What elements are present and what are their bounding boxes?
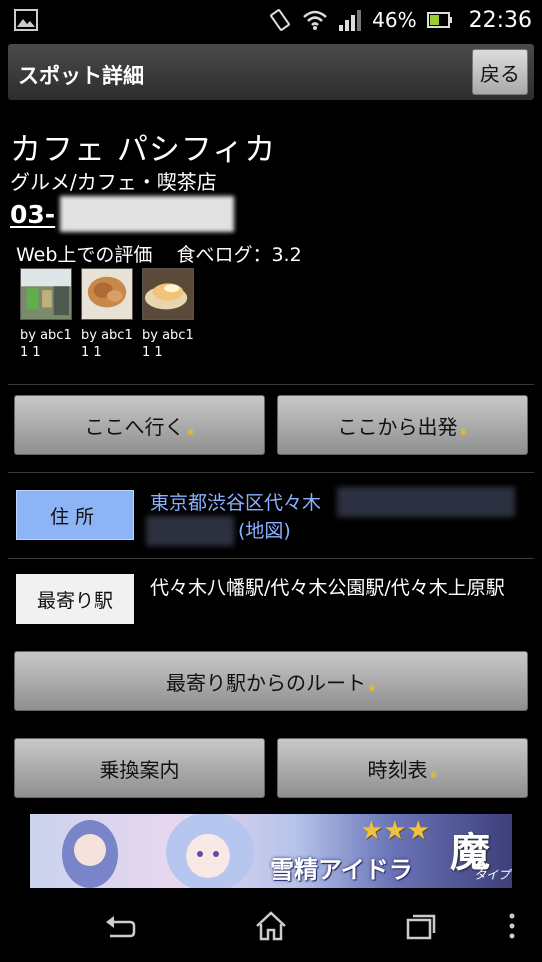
address-redacted	[337, 487, 515, 517]
crown-icon: ♛	[429, 771, 438, 781]
timetable-button[interactable]: 時刻表 ♛	[277, 738, 528, 798]
banner-type: タイプ	[474, 868, 511, 882]
nearest-station-text: 代々木八幡駅/代々木公園駅/代々木上原駅	[150, 577, 505, 599]
depart-here-label: ここから出発	[337, 414, 458, 439]
divider	[8, 384, 534, 385]
route-label: 最寄り駅からのルート	[165, 670, 366, 695]
navigation-bar	[0, 890, 542, 962]
banner-title: 雪精アイドラ	[270, 856, 413, 884]
nearest-station-label: 最寄り駅	[16, 574, 134, 624]
photo-item[interactable]: by abc11 1	[81, 268, 133, 361]
clock: 22:36	[468, 7, 532, 33]
home-nav-icon[interactable]	[253, 908, 289, 944]
signal-icon	[339, 10, 362, 31]
go-here-label: ここへ行く	[84, 414, 185, 439]
timetable-label: 時刻表	[367, 757, 428, 782]
transit-button[interactable]: 乗換案内	[14, 738, 265, 798]
spot-name: カフェ パシフィカ	[10, 132, 277, 168]
status-bar: 46% 22:36	[0, 0, 542, 40]
divider	[8, 558, 534, 559]
map-link[interactable]: (地図)	[238, 516, 291, 543]
crown-icon: ♛	[367, 684, 377, 694]
photo-thumbnail[interactable]	[142, 268, 194, 320]
rating-row: Web上での評価 食べログ：3.2	[16, 240, 326, 267]
depart-here-button[interactable]: ここから出発 ♛	[277, 395, 528, 455]
title-bar-panel: スポット詳細 戻る	[8, 44, 534, 100]
crown-icon: ♛	[459, 428, 468, 438]
photo-credit: by abc11 1	[81, 328, 133, 360]
title-bar: スポット詳細 戻る	[0, 40, 542, 106]
battery-icon	[426, 12, 452, 28]
banner-stars: ★★★	[360, 816, 430, 846]
recent-apps-icon[interactable]	[403, 908, 439, 944]
divider	[8, 472, 534, 473]
ad-banner[interactable]: ★★★ 魔 タイプ 雪精アイドラ	[30, 814, 512, 888]
route-from-station-button[interactable]: 最寄り駅からのルート ♛	[14, 651, 528, 711]
phone-number-link[interactable]: 03-	[10, 200, 55, 229]
transit-label: 乗換案内	[99, 757, 180, 782]
photo-item[interactable]: by abc11 1	[20, 268, 72, 361]
back-button[interactable]: 戻る	[472, 49, 528, 95]
banner-character-art	[62, 814, 254, 888]
phone-number-redacted	[60, 196, 234, 232]
wifi-icon	[303, 10, 327, 30]
address-label: 住所	[16, 490, 134, 540]
photo-thumbnail[interactable]	[20, 268, 72, 320]
photo-credit: by abc11 1	[20, 328, 72, 360]
rotation-icon	[270, 9, 291, 31]
overflow-menu-icon[interactable]	[494, 908, 530, 944]
photo-item[interactable]: by abc11 1	[142, 268, 194, 361]
spot-category: グルメ/カフェ・喫茶店	[10, 170, 217, 194]
page-title: スポット詳細	[18, 64, 144, 88]
rating-value: 食べログ：3.2	[176, 244, 302, 266]
crown-icon: ♛	[186, 428, 195, 438]
go-here-button[interactable]: ここへ行く ♛	[14, 395, 265, 455]
photo-credit: by abc11 1	[142, 328, 194, 360]
battery-percent: 46%	[372, 8, 417, 32]
image-notification-icon	[14, 9, 38, 31]
photo-thumbnail[interactable]	[81, 268, 133, 320]
back-nav-icon[interactable]	[102, 908, 138, 944]
address-redacted	[146, 516, 234, 546]
rating-label: Web上での評価	[16, 244, 153, 266]
photo-list: by abc11 1 by abc11 1 by abc11 1	[20, 268, 194, 361]
address-link[interactable]: 東京都渋谷区代々木	[150, 490, 321, 516]
